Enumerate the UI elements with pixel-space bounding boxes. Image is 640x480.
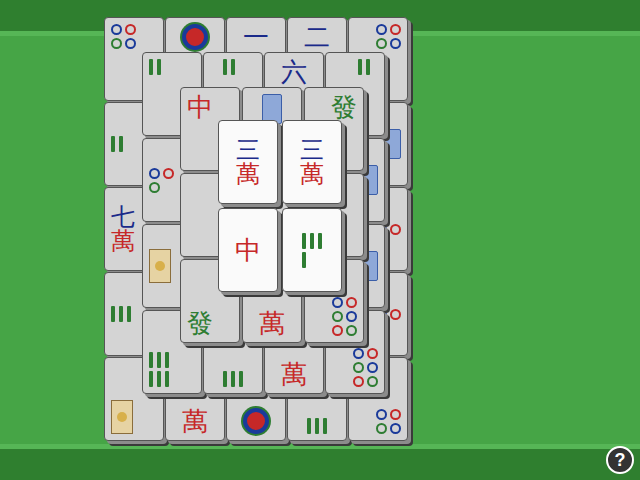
bamboo-icon: [111, 136, 131, 152]
bamboo-icon: [223, 59, 243, 75]
mahjong-tile[interactable]: [282, 208, 342, 292]
dots-icon: [376, 24, 401, 49]
dots-icon: [111, 24, 136, 49]
game-screen: 一二七萬萬六萬中發發萬三萬三萬中?: [0, 0, 640, 480]
tile-glyph: 萬: [281, 361, 307, 387]
bamboo-icon: [358, 59, 378, 75]
tile-glyph: 萬: [182, 408, 208, 434]
bamboo-icon: [111, 306, 131, 322]
dots-icon: [149, 168, 174, 193]
tile-glyph: 萬: [259, 310, 285, 336]
tile-character: 三萬: [300, 138, 324, 186]
tile-glyph: 一: [243, 24, 269, 50]
bottom-band: [0, 444, 640, 480]
tile-glyph: 發: [331, 94, 357, 120]
tile-glyph: 二: [304, 24, 330, 50]
help-button[interactable]: ?: [606, 446, 634, 474]
bamboo-icon: [307, 418, 327, 434]
tile-glyph: 中: [235, 237, 261, 263]
mahjong-tile[interactable]: 三萬: [282, 120, 342, 204]
tile-glyph: 中: [187, 94, 213, 120]
bamboo-icon: [302, 233, 322, 268]
flower-icon: [149, 249, 171, 283]
dots-icon: [332, 297, 357, 336]
bamboo-icon: [223, 371, 243, 387]
dot-icon: [182, 24, 208, 50]
tile-character: 七萬: [111, 205, 135, 253]
bamboo-icon: [149, 352, 169, 387]
dot-icon: [243, 408, 269, 434]
tile-glyph: 六: [281, 59, 307, 85]
dots-icon: [376, 409, 401, 434]
flower-icon: [111, 400, 133, 434]
tile-glyph: 發: [187, 310, 213, 336]
dots-icon: [353, 348, 378, 387]
mahjong-board: 一二七萬萬六萬中發發萬三萬三萬中: [0, 0, 640, 480]
bamboo-icon: [149, 59, 169, 75]
mahjong-tile[interactable]: 三萬: [218, 120, 278, 204]
tile-character: 三萬: [236, 138, 260, 186]
mahjong-tile[interactable]: 中: [218, 208, 278, 292]
